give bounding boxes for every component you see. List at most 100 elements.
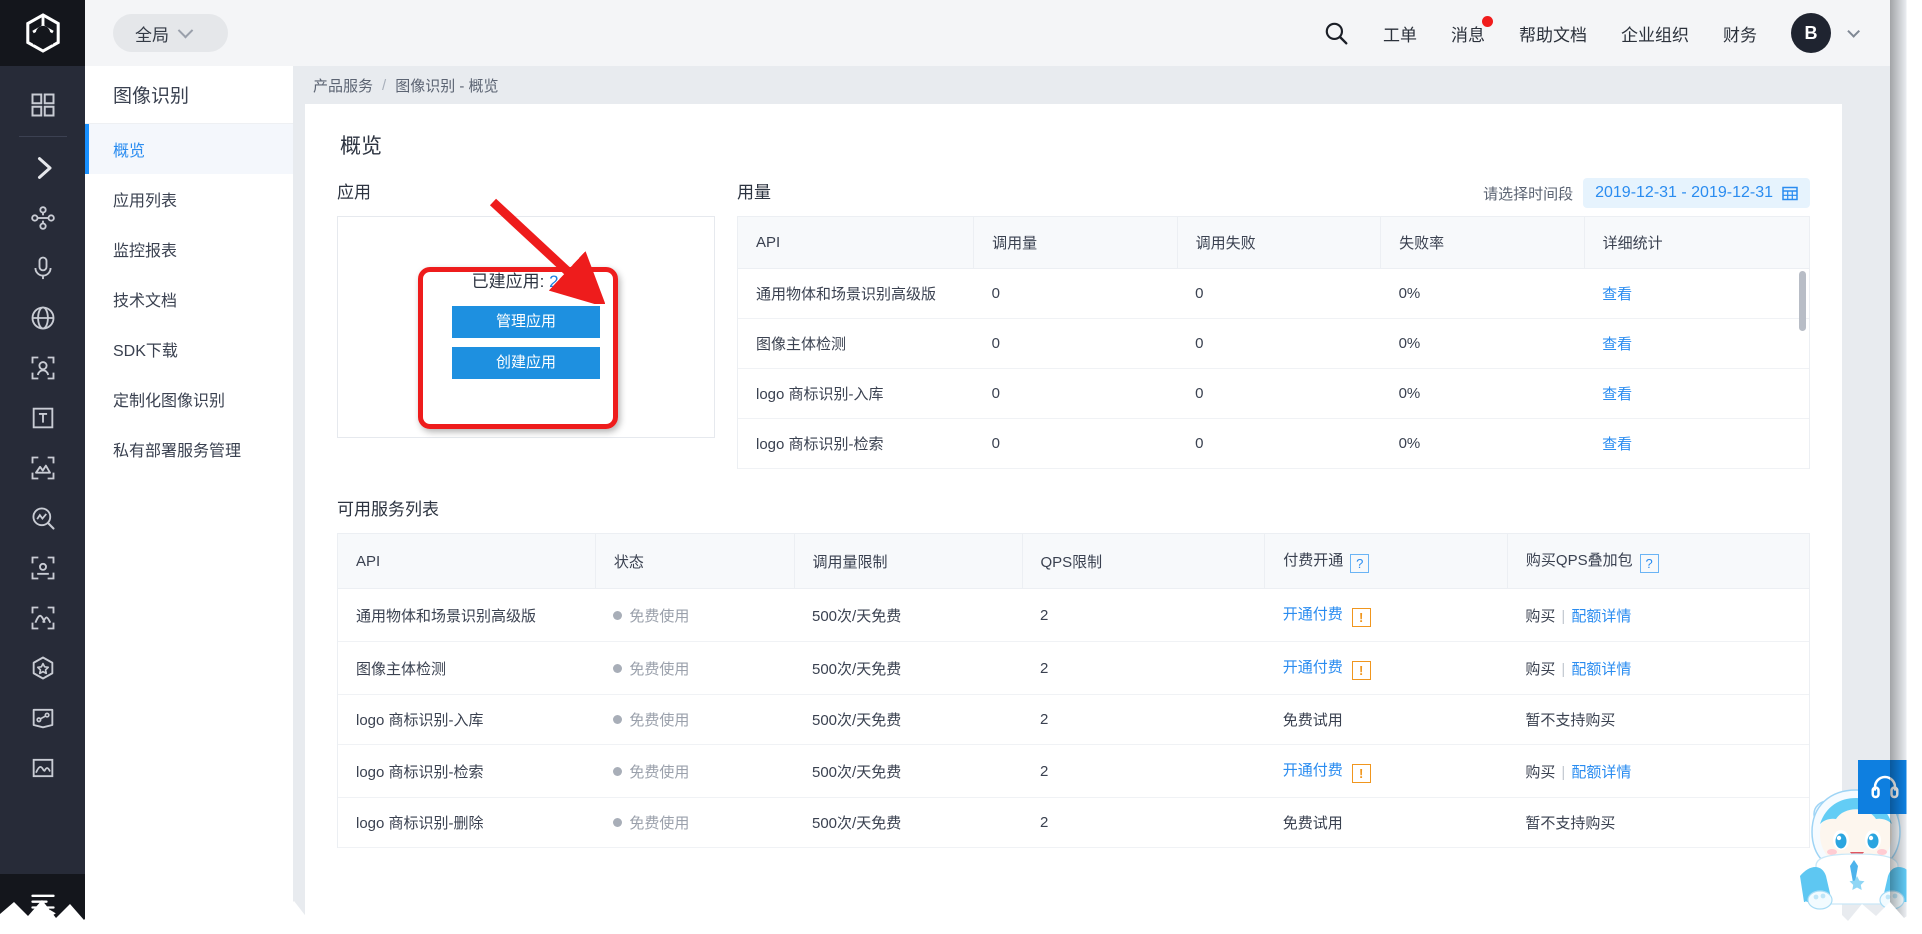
enable-paid-link[interactable]: 开通付费 [1283,606,1343,623]
usage-detail-link[interactable]: 查看 [1602,386,1632,403]
scope-selector[interactable]: 全局 [113,14,228,52]
rail-item-speech[interactable] [0,243,85,293]
rail-item-image-search[interactable] [0,493,85,543]
quota-detail-link[interactable]: 配额详情 [1571,764,1631,781]
quota-detail-link[interactable]: 配额详情 [1571,608,1631,625]
app-section-label: 应用 [337,183,371,202]
rail-item-translate[interactable] [0,293,85,343]
table-row: logo 商标识别-入库 0 0 0% 查看 [738,368,1809,419]
buy-link[interactable]: 购买 [1525,661,1555,678]
rail-item-image-frame[interactable] [0,543,85,593]
page-title: 概览 [340,135,382,158]
create-app-button[interactable]: 创建应用 [452,346,600,379]
services-table-container: API 状态 调用量限制 QPS限制 付费开通? 购买QPS叠加包? 通用物体和… [337,533,1810,848]
warning-icon[interactable]: ! [1351,764,1371,783]
topnav-item-messages[interactable]: 消息 [1451,15,1493,46]
help-icon[interactable]: ? [1350,554,1370,573]
rail-item-face[interactable] [0,343,85,393]
breadcrumb-root[interactable]: 产品服务 [313,75,373,96]
svc-cell-status: 免费使用 [595,641,794,695]
topnav-item-docs[interactable]: 帮助文档 [1519,21,1587,46]
text-box-icon [32,407,53,429]
status-badge: 免费使用 [629,763,690,781]
usage-col-api: API [738,217,975,269]
usage-cell-fail-rate: 0% [1380,418,1585,469]
cube-star-icon [32,656,53,680]
date-range-picker[interactable]: 2019-12-31 - 2019-12-31 [1583,178,1810,208]
status-badge: 免费使用 [629,815,690,832]
chevron-down-icon [177,22,194,38]
avatar-letter: B [1804,22,1818,43]
overview-panel: 概览 应用 已建应用: 2 个 管理应用 创建应用 用量 请选择时间段 2019… [305,104,1842,934]
usage-detail-link[interactable]: 查看 [1602,286,1632,303]
table-row: logo 商标识别-检索 免费使用 500次/天免费 2 开通付费! 购买 | 配额… [338,744,1809,798]
rail-item-picture[interactable] [0,743,85,793]
svc-cell-quota: 500次/天免费 [794,588,1022,642]
avatar[interactable]: B [1791,13,1831,53]
chevron-down-icon[interactable] [1847,24,1860,38]
usage-table-scrollbar[interactable] [1799,271,1806,331]
breadcrumb: 产品服务 / 图像识别 - 概览 [305,66,1842,104]
separator: | [1561,660,1566,678]
topnav-item-tickets[interactable]: 工单 [1383,21,1417,46]
sidebar-item-monitor-report[interactable]: 监控报表 [85,224,293,274]
rail-item-image-scan[interactable] [0,443,85,493]
status-badge: 免费使用 [629,712,690,729]
breadcrumb-separator: / [382,76,387,94]
warning-icon[interactable]: ! [1351,661,1371,680]
chevron-right-icon [37,157,52,179]
topnav-item-finance[interactable]: 财务 [1723,21,1757,46]
collapse-menu-button[interactable] [0,874,85,934]
sub-nav: 图像识别 概览 应用列表 监控报表 技术文档 SDK下载 定制化图像识别 私有部… [85,66,293,934]
rail-item-network[interactable] [0,193,85,243]
breadcrumb-current: 图像识别 - 概览 [395,77,499,95]
sidebar-item-custom-recognition[interactable]: 定制化图像识别 [85,374,293,424]
buy-link[interactable]: 购买 [1525,764,1555,781]
microphone-icon [33,256,52,280]
sidebar-item-label: 监控报表 [113,243,178,260]
enable-paid-link[interactable]: 开通付费 [1283,762,1343,779]
manage-app-button[interactable]: 管理应用 [452,305,600,338]
sidebar-item-label: 私有部署服务管理 [113,443,242,460]
rail-item-expand[interactable] [0,143,85,193]
topnav-item-organization[interactable]: 企业组织 [1621,21,1689,46]
sidebar-item-app-list[interactable]: 应用列表 [85,174,293,224]
usage-cell-fails: 0 [1177,268,1381,319]
usage-detail-link[interactable]: 查看 [1602,336,1632,353]
usage-table-container: API 调用量 调用失败 失败率 详细统计 通用物体和场景识别高级版 0 0 0… [737,216,1810,469]
sub-nav-title: 图像识别 [85,66,293,124]
rail-item-landscape-scan[interactable] [0,593,85,643]
help-icon[interactable]: ? [1639,554,1659,573]
buy-link[interactable]: 购买 [1525,608,1555,625]
rail-item-3d[interactable] [0,643,85,693]
search-icon[interactable] [1323,20,1349,46]
svc-cell-paid: 免费试用 [1264,797,1508,848]
calendar-icon [1782,186,1798,201]
svc-cell-api: 图像主体检测 [338,641,596,695]
sidebar-item-overview[interactable]: 概览 [85,124,293,174]
logo-button[interactable] [0,0,85,66]
usage-cell-fails: 0 [1177,418,1381,469]
svc-cell-buy: 购买 | 配额详情 [1507,588,1809,642]
chart-map-icon [32,708,53,729]
app-count-prefix: 已建应用: [471,271,545,291]
quota-detail-link[interactable]: 配额详情 [1571,661,1631,678]
sidebar-item-sdk-download[interactable]: SDK下载 [85,324,293,374]
app-section: 应用 已建应用: 2 个 管理应用 创建应用 [337,178,715,438]
rail-item-ocr[interactable] [0,393,85,443]
rail-item-chart-map[interactable] [0,693,85,743]
warning-icon[interactable]: ! [1351,608,1371,627]
svc-cell-qps: 2 [1022,744,1265,798]
topnav-label: 企业组织 [1621,25,1689,45]
svc-cell-quota: 500次/天免费 [794,744,1022,798]
usage-detail-link[interactable]: 查看 [1602,436,1632,453]
usage-cell-api: logo 商标识别-检索 [738,418,974,469]
rail-item-apps-grid[interactable] [0,80,85,130]
sidebar-item-tech-docs[interactable]: 技术文档 [85,274,293,324]
svc-cell-paid: 开通付费! [1264,744,1508,798]
svc-cell-paid: 免费试用 [1264,694,1508,745]
sidebar-item-private-deploy[interactable]: 私有部署服务管理 [85,424,293,474]
enable-paid-link[interactable]: 开通付费 [1283,659,1343,676]
usage-col-fails: 调用失败 [1177,217,1382,269]
app-window: 全局 工单 消息 帮助文档 企业组织 财务 B 图像识别 概览 应用列表 监控报… [0,0,1922,934]
